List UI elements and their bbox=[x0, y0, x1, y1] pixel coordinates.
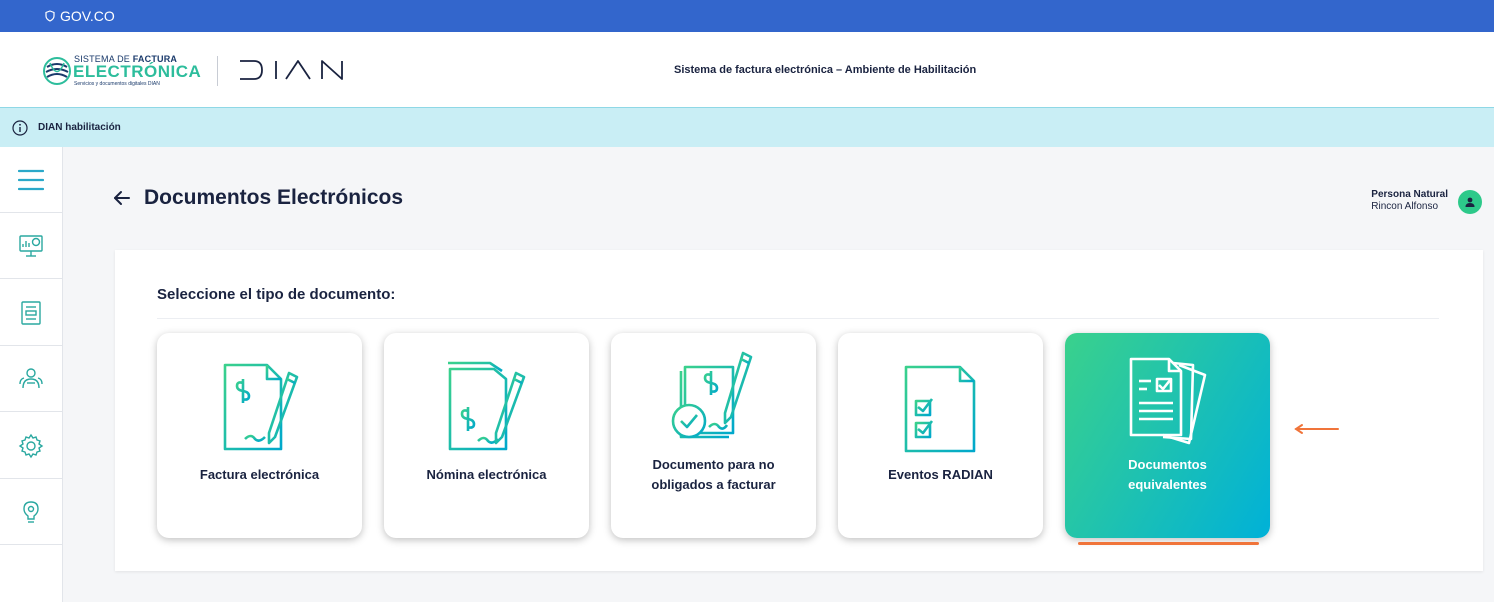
dian-logo[interactable] bbox=[238, 58, 350, 82]
sidebar-item-settings[interactable] bbox=[0, 413, 62, 479]
sidebar-item-users[interactable] bbox=[0, 346, 62, 412]
card-documento-no-obligados[interactable]: Documento para no obligados a facturar bbox=[611, 333, 816, 538]
environment-infobar: DIAN habilitación bbox=[0, 108, 1494, 147]
lightbulb-icon bbox=[23, 500, 39, 523]
card-eventos-radian[interactable]: Eventos RADIAN bbox=[838, 333, 1043, 538]
panel-title: Seleccione el tipo de documento: bbox=[157, 286, 396, 303]
user-name: Rincon Alfonso bbox=[1371, 201, 1439, 212]
card-label: Eventos RADIAN bbox=[888, 467, 993, 482]
factura-electronica-logo[interactable]: SISTEMA DE FACTURA ELECTRÓNICA Servicios… bbox=[42, 54, 202, 88]
sidebar-item-dashboard[interactable] bbox=[0, 213, 62, 279]
info-icon bbox=[12, 119, 28, 136]
logo-divider bbox=[217, 56, 218, 86]
pointer-arrow-icon bbox=[1294, 424, 1339, 434]
card-nomina-electronica[interactable]: Nómina electrónica bbox=[384, 333, 589, 538]
selection-underline bbox=[1078, 542, 1259, 545]
back-arrow-icon[interactable] bbox=[112, 188, 132, 208]
card-label: Documento para no obligados a facturar bbox=[651, 457, 776, 492]
card-label: Factura electrónica bbox=[199, 467, 320, 482]
menu-icon bbox=[18, 169, 44, 190]
infobar-text: DIAN habilitación bbox=[38, 122, 121, 133]
card-documentos-equivalentes[interactable]: Documentos equivalentes bbox=[1065, 333, 1270, 538]
logo-line3: Servicios y documentos digitales DIAN bbox=[74, 81, 160, 87]
document-check-pen-icon bbox=[671, 351, 753, 439]
user-info[interactable]: Persona Natural Rincon Alfonso bbox=[1371, 189, 1482, 214]
environment-title: Sistema de factura electrónica – Ambient… bbox=[674, 64, 977, 76]
card-factura-electronica[interactable]: Factura electrónica bbox=[157, 333, 362, 538]
card-label: Nómina electrónica bbox=[426, 467, 547, 482]
logo-line2: ELECTRÓNICA bbox=[73, 62, 202, 81]
page-title: Documentos Electrónicos bbox=[144, 186, 404, 209]
sidebar-item-documents[interactable] bbox=[0, 280, 62, 346]
people-icon bbox=[19, 367, 43, 388]
avatar[interactable] bbox=[1458, 190, 1482, 214]
sidebar-item-help[interactable] bbox=[0, 479, 62, 545]
monitor-chart-icon bbox=[19, 234, 43, 257]
page-header: Documentos Electrónicos bbox=[112, 186, 403, 210]
invoice-pen-icon bbox=[223, 363, 299, 451]
card-label: Documentos equivalentes bbox=[1128, 457, 1207, 492]
gov-topbar: GOV.CO bbox=[0, 0, 1494, 32]
sidebar bbox=[0, 147, 63, 602]
payroll-documents-icon bbox=[448, 361, 526, 451]
user-role: Persona Natural bbox=[1371, 189, 1448, 200]
gov-logo[interactable]: GOV.CO bbox=[44, 8, 115, 24]
gov-label: GOV.CO bbox=[60, 8, 115, 24]
checklist-icon bbox=[904, 365, 976, 453]
globe-seal-icon bbox=[43, 57, 71, 85]
user-icon bbox=[1465, 197, 1475, 207]
shield-icon bbox=[45, 10, 55, 22]
panel-divider bbox=[157, 318, 1439, 319]
document-list-icon bbox=[21, 300, 41, 325]
stacked-documents-icon bbox=[1129, 357, 1207, 445]
document-type-panel: Seleccione el tipo de documento: Factura… bbox=[115, 250, 1483, 571]
sidebar-menu-toggle[interactable] bbox=[0, 147, 62, 213]
gear-icon bbox=[18, 433, 44, 458]
site-header: SISTEMA DE FACTURA ELECTRÓNICA Servicios… bbox=[0, 32, 1494, 108]
